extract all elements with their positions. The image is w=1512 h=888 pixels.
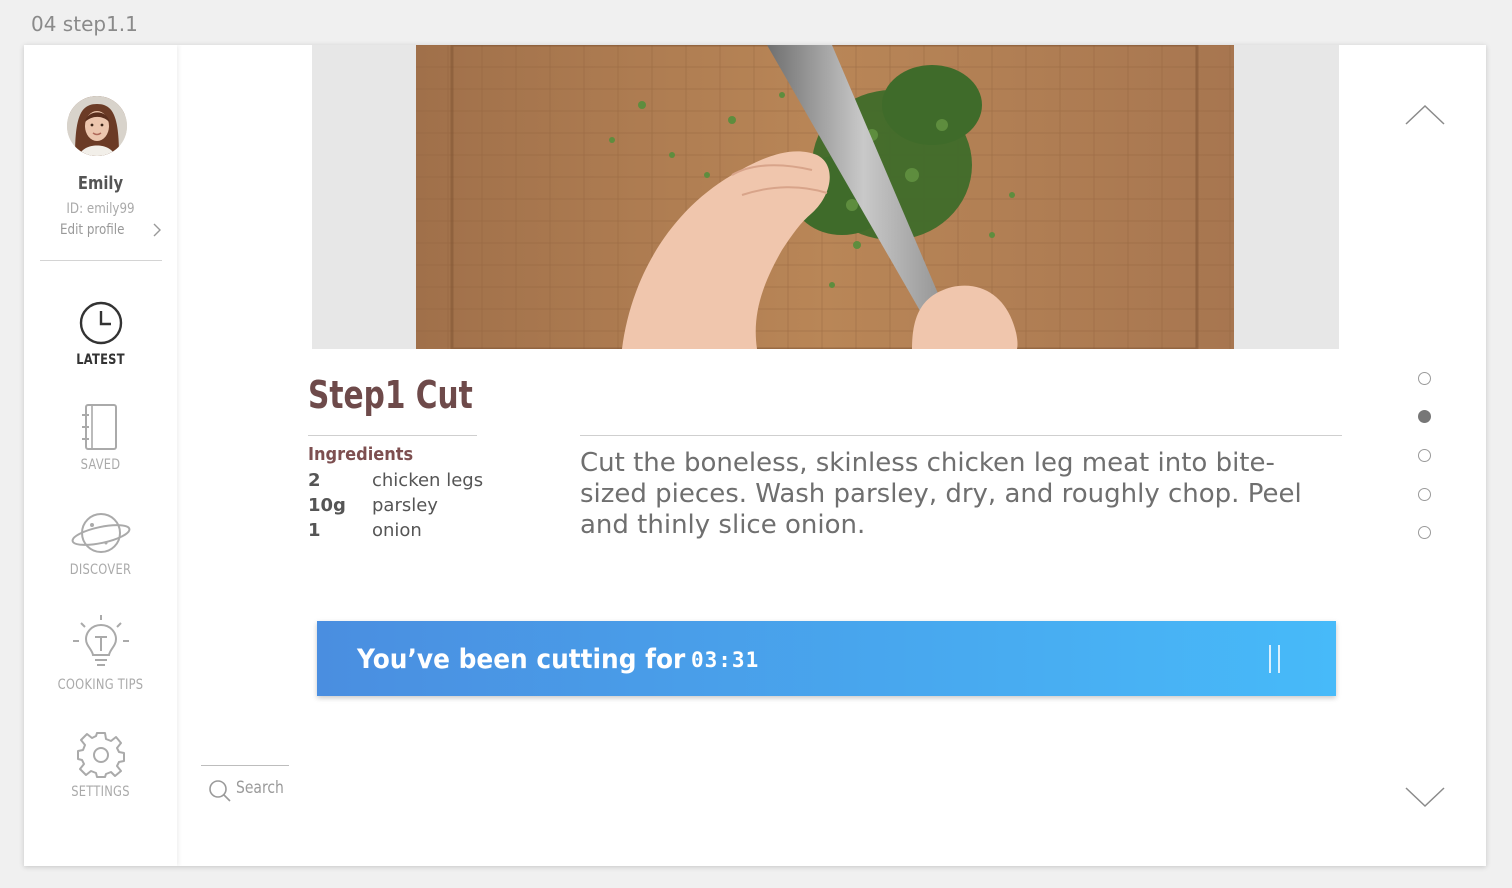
notebook-icon [81,404,117,450]
description-divider [580,435,1342,436]
step-dot-2[interactable] [1418,410,1431,423]
search-icon [209,780,231,802]
chevron-right-icon[interactable] [152,223,162,237]
search-label: Search [236,778,284,798]
search-box[interactable]: Search [201,765,289,802]
step-dot-3[interactable] [1418,449,1431,462]
ingredient-qty: 1 [308,520,321,541]
step-description: Cut the boneless, skinless chicken leg m… [580,448,1302,540]
nav-label-cooking-tips: COOKING TIPS [57,677,144,693]
timer-bar: You’ve been cutting for 03:31 [317,621,1336,696]
ingredients-heading: Ingredients [308,444,414,465]
app-window: Emily ID: emily99 Edit profile LATEST SA… [24,45,1486,866]
nav-item-discover[interactable]: DISCOVER [24,510,177,578]
nav-label-settings: SETTINGS [71,784,130,800]
sidebar: Emily ID: emily99 Edit profile LATEST SA… [24,45,177,866]
step-dot-1[interactable] [1418,372,1431,385]
step-photo [312,45,1339,349]
nav-item-saved[interactable]: SAVED [24,403,177,473]
chevron-up-icon[interactable] [1404,103,1446,127]
lightbulb-icon [72,615,129,666]
edit-profile-label: Edit profile [60,222,125,238]
step-dot-4[interactable] [1418,488,1431,501]
nav-label-latest: LATEST [76,352,125,368]
avatar[interactable] [67,96,127,156]
clock-icon [79,301,122,345]
nav-label-saved: SAVED [80,457,121,473]
sidebar-divider [40,260,162,261]
nav-item-latest[interactable]: LATEST [24,300,177,368]
pause-icon[interactable] [1263,645,1287,673]
step-dot-5[interactable] [1418,526,1431,539]
user-id: ID: emily99 [66,201,135,217]
ingredient-name: onion [372,520,422,541]
planet-icon [71,513,130,553]
ingredient-qty: 2 [308,470,321,491]
chevron-down-icon[interactable] [1404,785,1446,809]
timer-value: 03:31 [691,648,760,672]
ingredient-name: chicken legs [372,470,484,491]
step-title: Step1 Cut [308,373,473,417]
nav-item-cooking-tips[interactable]: COOKING TIPS [24,615,177,693]
nav-label-discover: DISCOVER [69,562,132,578]
gear-icon [76,732,125,778]
user-name: Emily [77,173,124,194]
ingredients-divider [308,435,477,436]
ingredient-name: parsley [372,495,438,516]
ingredient-qty: 10g [308,495,346,516]
artboard-label: 04 step1.1 [31,12,138,36]
timer-label: You’ve been cutting for [357,644,686,675]
nav-item-settings[interactable]: SETTINGS [24,730,177,800]
edit-profile-link[interactable]: Edit profile [60,222,136,238]
